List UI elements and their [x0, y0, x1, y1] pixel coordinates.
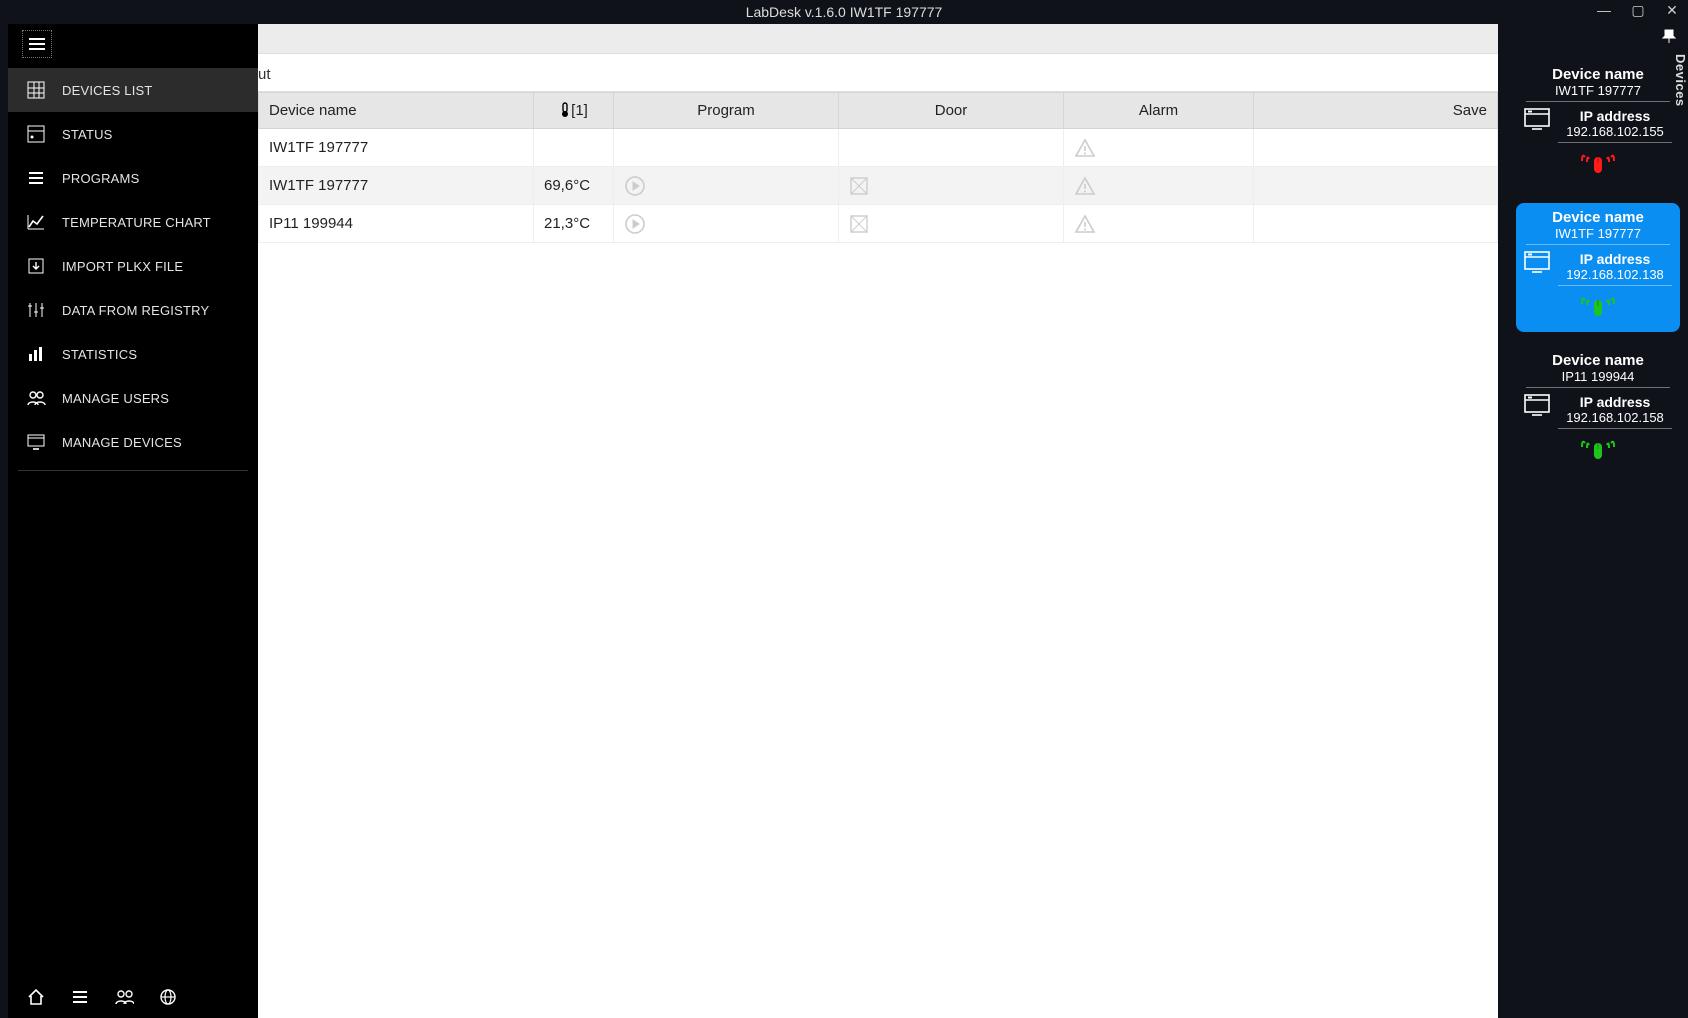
play-icon[interactable] — [624, 213, 828, 235]
device-card[interactable]: Device nameIW1TF 197777 IP address192.168… — [1516, 203, 1680, 332]
col-temperature[interactable]: [1] — [534, 93, 614, 129]
device-name-value: IW1TF 197777 — [1526, 226, 1670, 245]
device-name-value: IW1TF 197777 — [1526, 83, 1670, 102]
nav-item-import-plkx-file[interactable]: IMPORT PLKX FILE — [8, 244, 258, 288]
maximize-button[interactable]: ▢ — [1628, 2, 1648, 19]
pin-icon[interactable] — [1662, 28, 1678, 54]
titlebar: LabDesk v.1.6.0 IW1TF 197777 — ▢ ✕ — [0, 0, 1688, 24]
hamburger-button[interactable] — [22, 30, 52, 58]
registry-icon — [26, 300, 46, 320]
device-name-label: Device name — [1522, 66, 1674, 83]
users-icon — [26, 388, 46, 408]
devices-panel: Device nameIW1TF 197777IP address192.168… — [1508, 24, 1688, 1018]
door-icon — [849, 214, 1053, 234]
monitor-icon — [1524, 251, 1550, 273]
nav-label: DEVICES LIST — [62, 83, 153, 98]
nav-item-status[interactable]: STATUS — [8, 112, 258, 156]
cell-door — [839, 167, 1064, 205]
device-ip-value: 192.168.102.155 — [1558, 124, 1672, 139]
col-alarm[interactable]: Alarm — [1064, 93, 1254, 129]
device-name-value: IP11 199944 — [1526, 369, 1670, 388]
device-ip-value: 192.168.102.138 — [1558, 267, 1672, 282]
nav-list: DEVICES LIST STATUS PROGRAMS TEMPERATURE CH… — [8, 68, 258, 464]
nav-label: DATA FROM REGISTRY — [62, 303, 209, 318]
cell-device-name: IW1TF 197777 — [259, 129, 534, 167]
door-icon — [849, 176, 1053, 196]
sidebar: DEVICES LIST STATUS PROGRAMS TEMPERATURE CH… — [8, 24, 258, 1018]
cell-temperature: 21,3°C — [534, 205, 614, 243]
home-icon[interactable] — [26, 987, 46, 1007]
connection-status-icon — [1522, 435, 1674, 465]
nav-label: MANAGE USERS — [62, 391, 169, 406]
cell-alarm — [1064, 129, 1254, 167]
layers-icon[interactable] — [70, 987, 90, 1007]
cell-alarm — [1064, 167, 1254, 205]
cell-program — [614, 167, 839, 205]
device-name-label: Device name — [1522, 209, 1674, 226]
device-ip-label: IP address — [1558, 108, 1672, 124]
cell-door — [839, 205, 1064, 243]
cell-save — [1254, 167, 1498, 205]
nav-item-temperature-chart[interactable]: TEMPERATURE CHART — [8, 200, 258, 244]
users-icon[interactable] — [114, 987, 134, 1007]
device-ip-label: IP address — [1558, 394, 1672, 410]
cell-save — [1254, 129, 1498, 167]
cell-device-name: IP11 199944 — [259, 205, 534, 243]
col-device-name[interactable]: Device name — [259, 93, 534, 129]
hamburger-icon — [28, 37, 46, 51]
monitor-icon — [1524, 108, 1550, 130]
nav-label: PROGRAMS — [62, 171, 139, 186]
device-ip-value: 192.168.102.158 — [1558, 410, 1672, 425]
window-buttons: — ▢ ✕ — [1594, 2, 1682, 19]
device-card[interactable]: Device nameIP11 199944 IP address192.168.… — [1516, 346, 1680, 475]
minimize-button[interactable]: — — [1594, 2, 1614, 19]
cell-alarm — [1064, 205, 1254, 243]
nav-item-devices-list[interactable]: DEVICES LIST — [8, 68, 258, 112]
list-icon — [26, 168, 46, 188]
monitor-icon — [1524, 394, 1550, 416]
close-button[interactable]: ✕ — [1662, 2, 1682, 19]
col-program[interactable]: Program — [614, 93, 839, 129]
col-save[interactable]: Save — [1254, 93, 1498, 129]
cell-door — [839, 129, 1064, 167]
status-icon — [26, 124, 46, 144]
nav-label: MANAGE DEVICES — [62, 435, 182, 450]
cell-program — [614, 205, 839, 243]
nav-item-statistics[interactable]: STATISTICS — [8, 332, 258, 376]
nav-item-manage-users[interactable]: MANAGE USERS — [8, 376, 258, 420]
nav-label: TEMPERATURE CHART — [62, 215, 211, 230]
nav-label: STATUS — [62, 127, 113, 142]
device-card[interactable]: Device nameIW1TF 197777 IP address192.168… — [1516, 60, 1680, 189]
device-ip-label: IP address — [1558, 251, 1672, 267]
nav-label: STATISTICS — [62, 347, 137, 362]
monitor-icon — [26, 432, 46, 452]
bars-icon — [26, 344, 46, 364]
devices-tab-label[interactable]: Devices — [1666, 54, 1688, 107]
device-name-label: Device name — [1522, 352, 1674, 369]
sidebar-bottom-bar — [8, 976, 258, 1018]
alarm-icon — [1074, 214, 1243, 234]
cell-temperature: 69,6°C — [534, 167, 614, 205]
play-icon[interactable] — [624, 175, 828, 197]
cell-temperature — [534, 129, 614, 167]
alarm-icon — [1074, 176, 1243, 196]
nav-item-manage-devices[interactable]: MANAGE DEVICES — [8, 420, 258, 464]
alarm-icon — [1074, 138, 1243, 158]
col-door[interactable]: Door — [839, 93, 1064, 129]
globe-icon[interactable] — [158, 987, 178, 1007]
cell-save — [1254, 205, 1498, 243]
chart-icon — [26, 212, 46, 232]
nav-label: IMPORT PLKX FILE — [62, 259, 183, 274]
nav-item-data-from-registry[interactable]: DATA FROM REGISTRY — [8, 288, 258, 332]
nav-item-programs[interactable]: PROGRAMS — [8, 156, 258, 200]
connection-status-icon — [1522, 292, 1674, 322]
connection-status-icon — [1522, 149, 1674, 179]
cell-device-name: IW1TF 197777 — [259, 167, 534, 205]
grid-icon — [26, 80, 46, 100]
cell-program — [614, 129, 839, 167]
thermometer-icon — [559, 102, 571, 118]
app-title: LabDesk v.1.6.0 IW1TF 197777 — [746, 4, 943, 20]
import-icon — [26, 256, 46, 276]
